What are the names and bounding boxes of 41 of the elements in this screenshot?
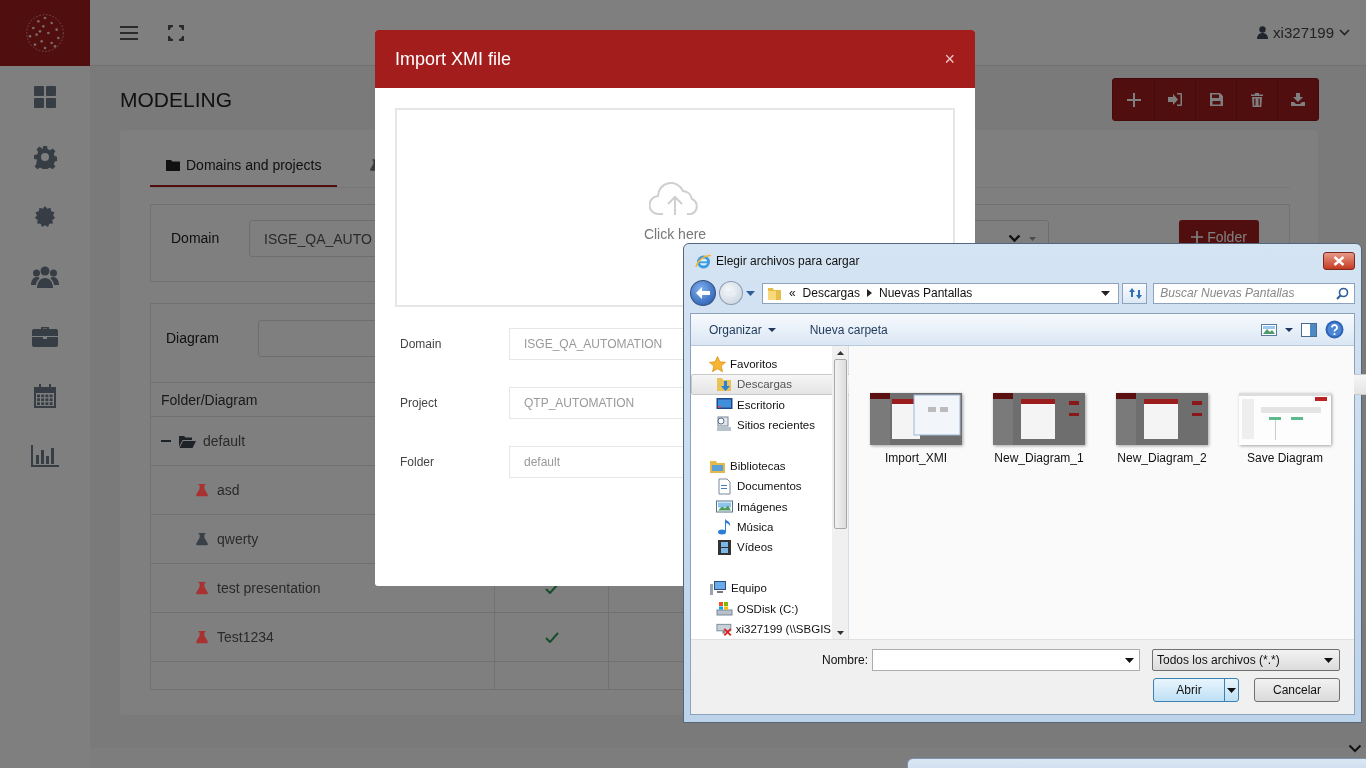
field-label: Folder: [399, 455, 435, 469]
nav-item[interactable]: Equipo: [691, 578, 832, 599]
nav-item[interactable]: Imágenes: [691, 496, 832, 517]
diagram-name[interactable]: qwerty: [217, 531, 259, 547]
address-bar[interactable]: « Descargas Nuevas Pantallas: [761, 282, 1120, 304]
window-title: Elegir archivos para cargar: [716, 254, 860, 268]
nav-item[interactable]: Favoritos: [691, 354, 832, 375]
column-header: Folder/Diagram: [161, 391, 258, 408]
page-title: MODELING: [120, 87, 233, 112]
nav-item[interactable]: Sitios recientes: [691, 414, 832, 435]
diagram-name[interactable]: Test1234: [217, 629, 274, 645]
close-button[interactable]: ×: [944, 48, 955, 70]
nav-item[interactable]: OSDisk (C:): [691, 598, 832, 619]
tab[interactable]: Domains and projects: [150, 145, 338, 187]
file-type-select[interactable]: Todos los archivos (*.*): [1152, 649, 1340, 671]
folder-name[interactable]: default: [203, 433, 246, 449]
field-label: Domain: [399, 337, 443, 351]
file-name[interactable]: Save Diagram: [1247, 451, 1323, 465]
nav-item[interactable]: Música: [691, 516, 832, 537]
open-button[interactable]: Abrir: [1153, 678, 1239, 702]
user-menu[interactable]: xi327199: [1257, 24, 1350, 41]
diagram-name[interactable]: test presentation: [217, 580, 321, 596]
diagram-name[interactable]: asd: [217, 482, 240, 498]
nav-item[interactable]: Vídeos: [691, 537, 832, 558]
organize-menu[interactable]: Organizar: [703, 322, 782, 337]
filename-label: Nombre:: [822, 653, 868, 667]
field-label: Project: [399, 396, 439, 410]
dialog-title: Import XMI file: [395, 48, 513, 70]
nav-item[interactable]: Documentos: [691, 476, 832, 497]
new-folder-button[interactable]: Nueva carpeta: [803, 322, 894, 337]
nav-item[interactable]: xi327199 (\\SBGIS: [691, 618, 832, 639]
file-name[interactable]: New_Diagram_1: [994, 451, 1084, 465]
username: xi327199: [1273, 24, 1334, 41]
nav-item[interactable]: Bibliotecas: [691, 456, 832, 477]
diagram-label: Diagram: [166, 329, 220, 346]
cancel-button[interactable]: Cancelar: [1254, 678, 1340, 702]
file-name[interactable]: New_Diagram_2: [1117, 451, 1207, 465]
file-name[interactable]: Import_XMI: [885, 451, 947, 465]
search-field[interactable]: Buscar Nuevas Pantallas: [1153, 282, 1355, 304]
nav-item[interactable]: Escritorio: [691, 394, 832, 415]
domain-label: Domain: [171, 229, 221, 246]
